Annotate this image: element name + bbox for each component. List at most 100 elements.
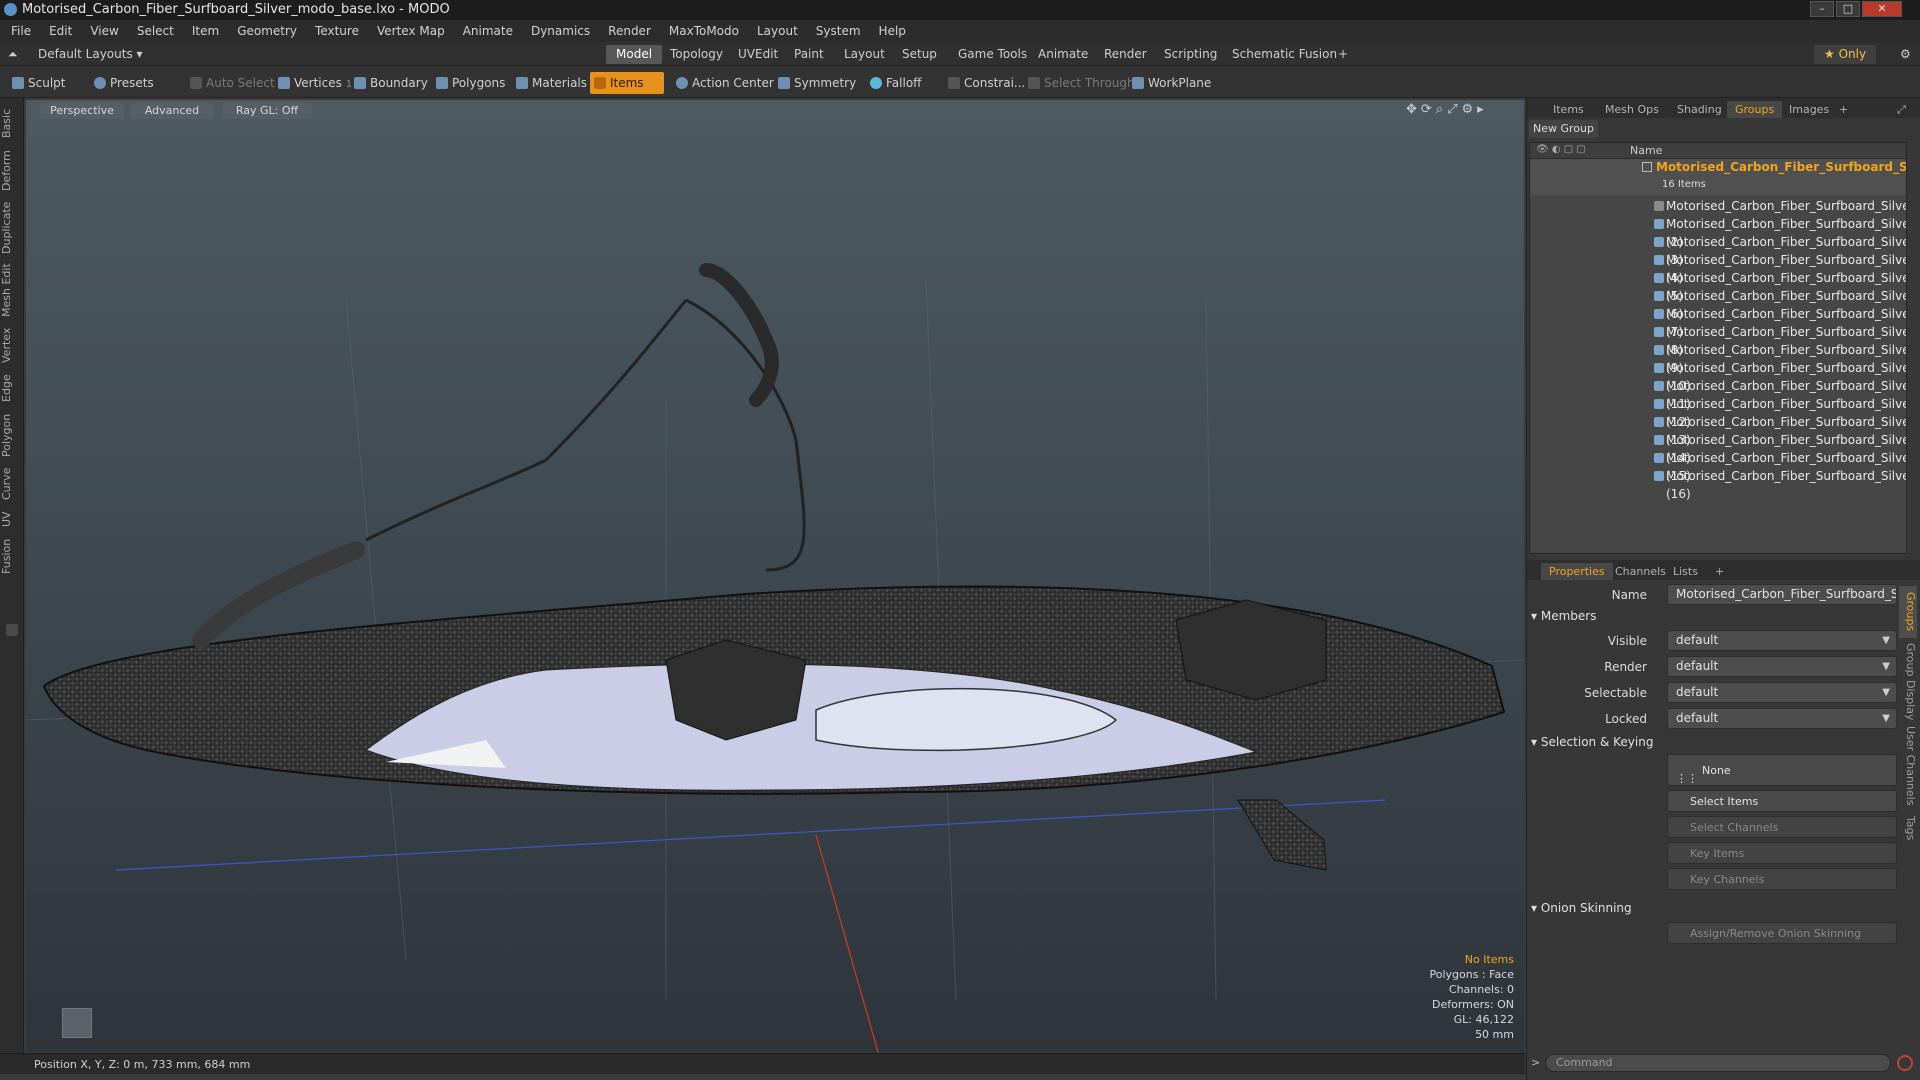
menu-layout[interactable]: Layout [757,24,798,38]
side-tab-tags[interactable]: Tags [1899,810,1917,846]
menu-render[interactable]: Render [608,24,651,38]
list-item[interactable]: Motorised_Carbon_Fiber_Surfboard_Silver … [1530,287,1906,321]
list-item[interactable]: Motorised_Carbon_Fiber_Surfboard_Silver … [1530,323,1906,357]
tab-render[interactable]: Render [1094,45,1157,64]
tab-duplicate[interactable]: Duplicate [0,198,24,258]
items-button[interactable]: Items 3 [590,72,664,112]
locked-dropdown[interactable]: default ▼ [1667,708,1897,729]
tab-uv[interactable]: UV [0,506,24,532]
symmetry-button[interactable]: Symmetry [774,72,862,94]
none-button[interactable]: ⋮⋮ None [1667,754,1897,786]
tab-game-tools[interactable]: Game Tools [948,45,1037,64]
menu-system[interactable]: System [816,24,861,38]
menu-item[interactable]: Item [192,24,219,38]
list-item[interactable]: Motorised_Carbon_Fiber_Surfboard_Silver … [1530,413,1906,447]
list-item[interactable]: Motorised_Carbon_Fiber_Surfboard_Silver … [1530,341,1906,375]
sculpt-button[interactable]: Sculpt [8,72,71,94]
list-item[interactable]: Motorised_Carbon_Fiber_Surfboard_Silver [1530,197,1906,215]
menu-maxtomodo[interactable]: MaxToModo [669,24,739,38]
auto-select-button[interactable]: Auto Select [186,72,281,94]
tab-layout[interactable]: Layout [834,45,895,64]
list-item[interactable]: Motorised_Carbon_Fiber_Surfboard_Silver … [1530,395,1906,429]
menu-texture[interactable]: Texture [315,24,359,38]
list-item[interactable]: Motorised_Carbon_Fiber_Surfboard_Silver … [1530,377,1906,411]
menu-file[interactable]: File [11,24,31,38]
command-input[interactable]: Command [1545,1054,1891,1072]
boundary-button[interactable]: Boundary [350,72,434,94]
tab-shading[interactable]: Shading [1669,101,1730,118]
name-field[interactable]: Motorised_Carbon_Fiber_Surfboard_Silver … [1667,584,1897,605]
list-item[interactable]: Motorised_Carbon_Fiber_Surfboard_Silver … [1530,233,1906,267]
tab-scripting[interactable]: Scripting [1154,45,1227,64]
tab-setup[interactable]: Setup [892,45,947,64]
record-macro-icon[interactable] [1897,1055,1913,1071]
falloff-button[interactable]: Falloff [866,72,927,94]
group-row[interactable]: Motorised_Carbon_Fiber_Surfboard_Silv ..… [1530,159,1906,195]
tab-paint[interactable]: Paint [784,45,834,64]
list-item[interactable]: Motorised_Carbon_Fiber_Surfboard_Silver … [1530,467,1906,501]
close-button[interactable]: ✕ [1862,1,1902,17]
3d-viewport[interactable]: Perspective Advanced Ray GL: Off ✥⟳⌕⤢⚙▸ [26,100,1524,1052]
tab-mesh-edit[interactable]: Mesh Edit [0,260,24,320]
minimize-button[interactable]: – [1810,1,1834,17]
maximize-button[interactable]: □ [1836,1,1860,17]
tab-properties[interactable]: Properties [1541,563,1613,580]
tab-curve[interactable]: Curve [0,464,24,504]
presets-button[interactable]: Presets [90,72,160,94]
visible-dropdown[interactable]: default ▼ [1667,630,1897,651]
tab-basic[interactable]: Basic [0,104,24,142]
list-item[interactable]: Motorised_Carbon_Fiber_Surfboard_Silver … [1530,431,1906,465]
menu-geometry[interactable]: Geometry [237,24,297,38]
tab-items[interactable]: Items [1545,101,1592,118]
list-item[interactable]: Motorised_Carbon_Fiber_Surfboard_Silver … [1530,269,1906,303]
workplane-button[interactable]: WorkPlane [1128,72,1217,94]
menu-dynamics[interactable]: Dynamics [531,24,590,38]
vertices-button[interactable]: Vertices 1 [274,72,358,94]
constraint-button[interactable]: Constrai... [944,72,1031,94]
polygons-button[interactable]: Polygons [432,72,511,94]
only-button[interactable]: ★ Only [1814,45,1877,64]
tab-channels[interactable]: Channels [1607,563,1674,580]
new-group-button[interactable]: New Group [1529,120,1598,138]
expand-panel-icon[interactable]: ⤢ [1889,101,1914,118]
tab-animate[interactable]: Animate [1028,45,1098,64]
list-item[interactable]: Motorised_Carbon_Fiber_Surfboard_Silver … [1530,305,1906,339]
members-section-header[interactable]: ▾ Members [1531,606,1911,626]
assign-onion-skinning-button[interactable]: Assign/Remove Onion Skinning [1667,922,1897,944]
tab-fusion[interactable]: Fusion [0,534,24,578]
menu-edit[interactable]: Edit [49,24,72,38]
tab-groups[interactable]: Groups [1727,101,1783,118]
materials-button[interactable]: Materials [512,72,593,94]
toggle-panel-icon[interactable] [6,624,18,636]
tab-vertex[interactable]: Vertex [0,322,24,368]
menu-select[interactable]: Select [137,24,174,38]
tab-model[interactable]: Model [606,45,663,64]
default-layouts-dropdown[interactable]: Default Layouts ▾ [28,45,153,64]
onion-skinning-section-header[interactable]: ▾ Onion Skinning [1531,898,1911,918]
layout-collapse-icon[interactable]: ⏶ [4,45,28,64]
selectable-dropdown[interactable]: default ▼ [1667,682,1897,703]
list-item[interactable]: Motorised_Carbon_Fiber_Surfboard_Silver … [1530,251,1906,285]
side-tab-user-channels[interactable]: User Channels [1899,726,1917,806]
menu-vertex-map[interactable]: Vertex Map [377,24,445,38]
selection-keying-section-header[interactable]: ▾ Selection & Keying [1531,732,1911,752]
tab-polygon[interactable]: Polygon [0,408,24,462]
tab-topology[interactable]: Topology [660,45,733,64]
add-tab-button[interactable]: + [1328,45,1358,64]
side-tab-groups[interactable]: Groups [1899,586,1917,638]
tab-edge[interactable]: Edge [0,370,24,406]
list-item[interactable]: Motorised_Carbon_Fiber_Surfboard_Silver … [1530,359,1906,393]
key-channels-button[interactable]: Key Channels [1667,868,1897,890]
tab-mesh-ops[interactable]: Mesh Ops [1597,101,1667,118]
add-panel-tab-button[interactable]: + [1831,101,1856,118]
tab-deform[interactable]: Deform [0,146,24,196]
list-item[interactable]: Motorised_Carbon_Fiber_Surfboard_Silver … [1530,215,1906,249]
tab-uvedit[interactable]: UVEdit [728,45,788,64]
tab-images[interactable]: Images [1781,101,1837,118]
render-dropdown[interactable]: default ▼ [1667,656,1897,677]
menu-help[interactable]: Help [879,24,906,38]
select-items-button[interactable]: Select Items [1667,790,1897,812]
side-tab-group-display[interactable]: Group Display [1899,642,1917,722]
list-item[interactable]: Motorised_Carbon_Fiber_Surfboard_Silver … [1530,449,1906,483]
menu-view[interactable]: View [90,24,118,38]
